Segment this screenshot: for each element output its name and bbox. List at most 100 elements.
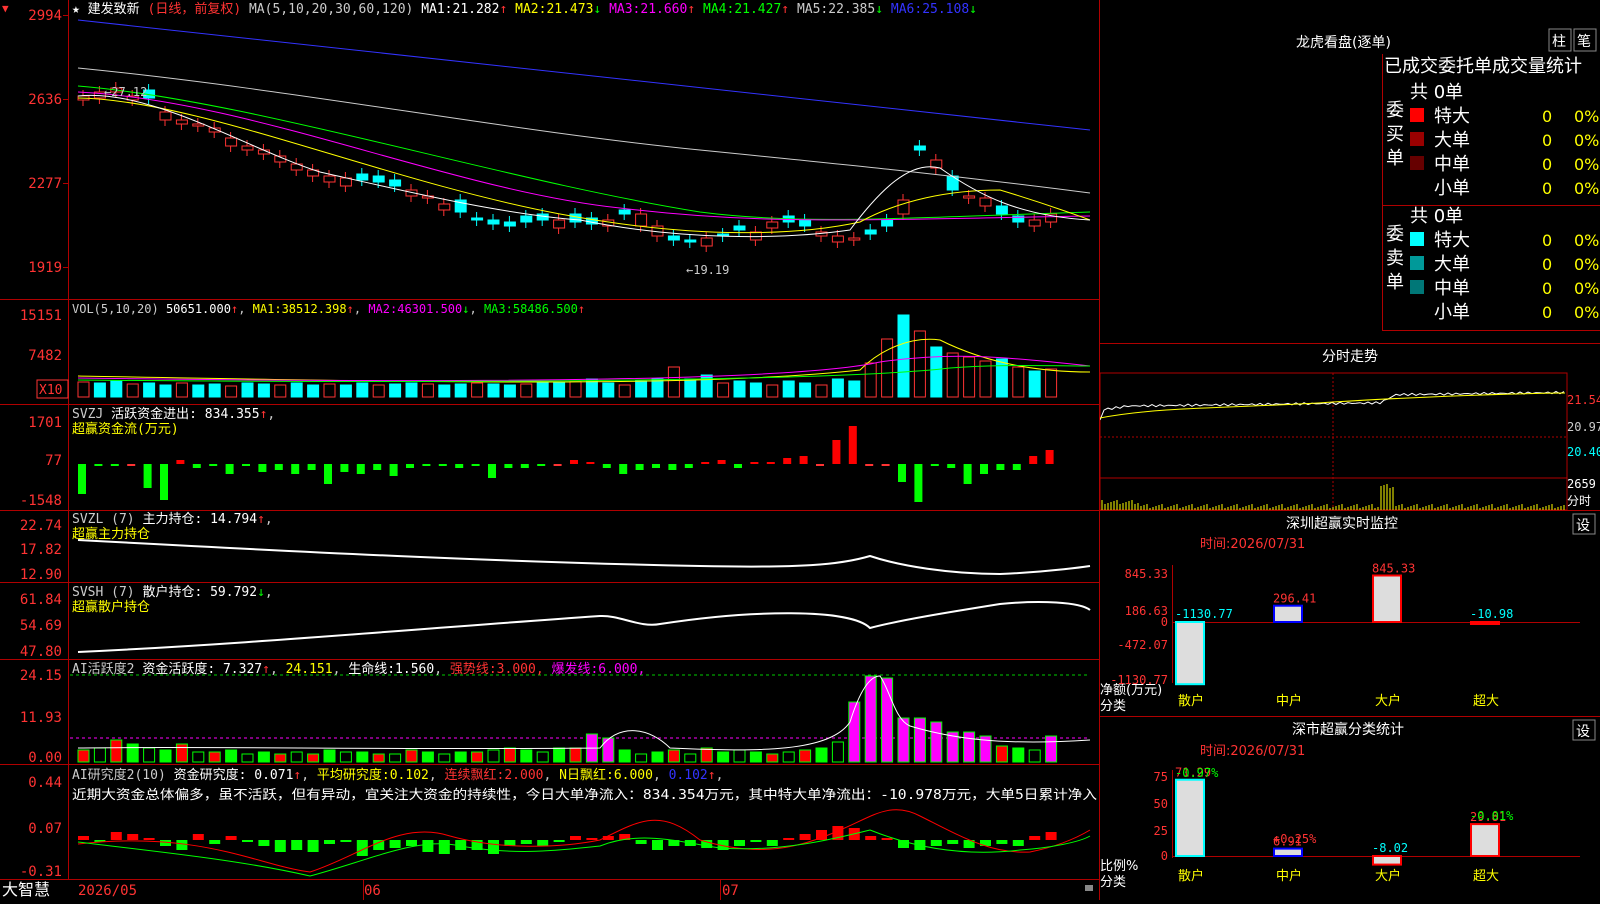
volume-bar	[553, 382, 566, 398]
price-tick: 1919	[28, 260, 62, 276]
candlestick-panel[interactable]	[77, 19, 1091, 252]
flow-bar	[176, 460, 185, 464]
volume-bar	[995, 358, 1008, 398]
app-name: 大智慧	[2, 880, 50, 899]
order-count: 0	[1542, 155, 1552, 174]
side-label-char: 单	[1386, 148, 1404, 169]
menu-icon[interactable]: ▼	[2, 2, 9, 15]
sz-monitor-settings-label: 设	[1576, 518, 1590, 534]
order-color-swatch	[1410, 108, 1424, 122]
volume-bar	[421, 383, 434, 398]
candle	[159, 111, 172, 121]
flow-bar	[865, 464, 874, 466]
flow-bar	[1045, 450, 1054, 464]
volume-bar	[602, 382, 615, 398]
volume-bar	[454, 383, 467, 398]
flow-bar	[652, 464, 660, 468]
ai-research-panel[interactable]	[77, 809, 1091, 877]
activity-bar	[848, 701, 861, 763]
activity-bar	[749, 751, 762, 763]
volume-bar	[815, 384, 828, 398]
activity-bar	[1045, 735, 1058, 763]
volume-bar	[766, 384, 779, 398]
flow-bar	[406, 464, 414, 468]
order-type: 小单	[1434, 302, 1470, 323]
category-bar	[1470, 621, 1500, 625]
flow-bar	[701, 462, 710, 464]
value-label: -1130.77	[1175, 607, 1233, 621]
ai2-header: AI研究度2(10) 资金研究度: 0.071↑, 平均研究度:0.102, 连…	[72, 767, 723, 783]
order-count: 0	[1542, 303, 1552, 322]
volume-bar	[208, 383, 221, 398]
sz-monitor-chart[interactable]: 845.33186.630-472.07-1130.77散户-1130.77中户…	[1110, 562, 1580, 709]
sz-class-chart[interactable]: 7550250散户71.29中户6.91大户-8.02超大29.81-0.97%…	[1154, 766, 1580, 884]
volume-bar	[93, 382, 106, 398]
value-label: -8.02	[1372, 841, 1408, 855]
order-color-swatch	[1410, 132, 1424, 146]
volume-bar	[733, 380, 746, 398]
flow-bar	[553, 464, 562, 466]
candle	[963, 195, 976, 199]
volume-bar	[77, 381, 90, 398]
research-bar	[635, 840, 647, 844]
research-bar	[947, 840, 959, 844]
volume-bar	[684, 378, 697, 398]
category-label: 散户	[1178, 693, 1204, 709]
main-holding-panel[interactable]	[77, 539, 1091, 576]
order-count: 0	[1542, 255, 1552, 274]
volume-bar	[930, 346, 943, 398]
ai2-tick: 0.07	[28, 821, 62, 837]
flow-bar	[668, 464, 677, 470]
candle	[946, 175, 959, 191]
activity-bar	[569, 747, 582, 763]
volume-bar	[1012, 366, 1025, 398]
flow-bar	[389, 464, 398, 476]
intraday-chart[interactable]	[1099, 372, 1568, 511]
ma-line	[77, 67, 1091, 194]
intraday-price-line	[1099, 390, 1565, 421]
candle	[799, 219, 812, 227]
lock-icon[interactable]	[1085, 885, 1093, 891]
date-start: 2026/05	[78, 883, 137, 899]
candle	[372, 175, 385, 183]
volume-bar	[307, 384, 320, 398]
ai-activity-panel[interactable]	[70, 674, 1091, 763]
volume-bar	[487, 383, 500, 398]
flow-bar	[78, 464, 86, 494]
svsh-sub: 超赢散户持仓	[72, 599, 150, 615]
research-bar	[110, 832, 122, 840]
retail-holding-panel[interactable]	[77, 601, 1091, 653]
research-bar	[553, 840, 565, 842]
svsh-tick: 47.80	[20, 644, 62, 660]
ma-line	[77, 85, 1091, 220]
research-bar	[1045, 832, 1057, 840]
volume-bar	[503, 384, 516, 398]
research-bar	[209, 840, 221, 844]
monitor-tick: -1130.77	[1110, 673, 1168, 687]
candle	[569, 213, 582, 223]
category-bar	[1175, 621, 1205, 686]
flow-bar	[242, 464, 250, 466]
svzl-sub: 超赢主力持仓	[72, 526, 150, 542]
fund-flow-panel[interactable]	[78, 426, 1054, 502]
candle	[667, 235, 680, 241]
order-color-swatch	[1410, 156, 1424, 170]
category-bar	[1273, 847, 1303, 858]
vol-unit: X10	[39, 383, 62, 398]
candle	[356, 173, 369, 181]
kline-chart-area[interactable]: 2994 2636 2277 1919 15151 7482 1701 77 -…	[0, 0, 1100, 900]
ai1-tick: 0.00	[28, 750, 62, 766]
candle	[700, 237, 713, 247]
high-marker: ←27.12	[104, 85, 147, 99]
order-total: 共 0单	[1410, 206, 1463, 227]
research-bar	[1012, 840, 1024, 846]
sz-monitor-time: 时间:2026/07/31	[1200, 537, 1305, 552]
svzl-tick: 17.82	[20, 542, 62, 558]
volume-panel[interactable]	[77, 314, 1091, 398]
flow-bar	[274, 464, 283, 470]
candle	[995, 205, 1008, 215]
flow-bar	[520, 464, 529, 468]
volume-bar	[848, 380, 861, 398]
research-bar	[307, 840, 319, 852]
candle	[471, 217, 484, 221]
